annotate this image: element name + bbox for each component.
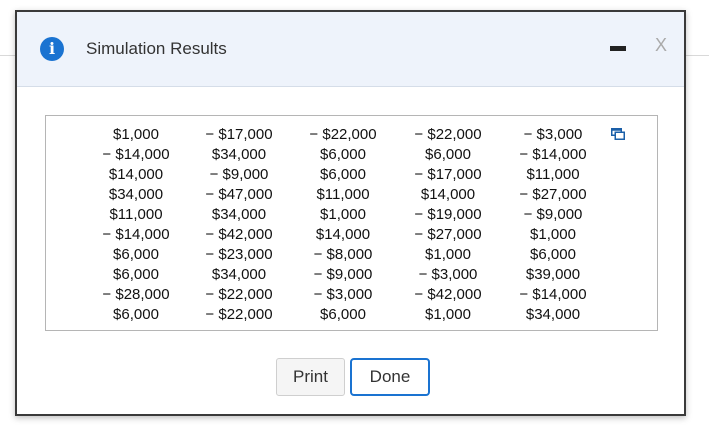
result-value: − $23,000: [205, 246, 273, 263]
done-button[interactable]: Done: [350, 358, 430, 396]
result-value: $6,000: [113, 246, 159, 263]
result-value: $1,000: [530, 226, 576, 243]
result-value: − $17,000: [414, 166, 482, 183]
results-column-2: − $17,000 $34,000 − $9,000 − $47,000 $34…: [194, 125, 284, 325]
results-column-5: − $3,000 − $14,000 $11,000 − $27,000 − $…: [508, 125, 598, 325]
result-value: $34,000: [108, 186, 164, 203]
result-value: $34,000: [211, 266, 267, 283]
info-icon: i: [40, 37, 64, 61]
result-value: − $19,000: [414, 206, 482, 223]
minimize-button[interactable]: [610, 46, 626, 51]
result-value: − $9,000: [209, 166, 269, 183]
result-value: $6,000: [320, 146, 366, 163]
result-value: $34,000: [211, 146, 267, 163]
result-value: $11,000: [109, 206, 163, 223]
result-value: − $9,000: [313, 266, 373, 283]
result-value: − $3,000: [313, 286, 373, 303]
result-value: $34,000: [211, 206, 267, 223]
result-value: − $42,000: [205, 226, 273, 243]
result-value: $14,000: [108, 166, 164, 183]
result-value: $6,000: [530, 246, 576, 263]
result-value: − $14,000: [102, 146, 170, 163]
dialog-title: Simulation Results: [86, 39, 227, 58]
result-value: − $17,000: [205, 126, 273, 143]
results-column-3: − $22,000 $6,000 $6,000 $11,000 $1,000 $…: [298, 125, 388, 325]
result-value: $1,000: [425, 246, 471, 263]
result-value: $1,000: [425, 306, 471, 323]
result-value: $34,000: [525, 306, 581, 323]
result-value: $6,000: [320, 306, 366, 323]
result-value: − $14,000: [519, 286, 587, 303]
result-value: $6,000: [113, 266, 159, 283]
results-column-4: − $22,000 $6,000 − $17,000 $14,000 − $19…: [403, 125, 493, 325]
result-value: $6,000: [113, 306, 159, 323]
results-column-1: $1,000 − $14,000 $14,000 $34,000 $11,000…: [91, 125, 181, 325]
result-value: − $28,000: [102, 286, 170, 303]
result-value: $14,000: [315, 226, 371, 243]
result-value: $6,000: [320, 166, 366, 183]
simulation-results-dialog: i Simulation Results X $1,000 − $14,000 …: [15, 10, 686, 416]
print-button[interactable]: Print: [276, 358, 345, 396]
copy-to-clipboard-icon[interactable]: [611, 128, 625, 140]
result-value: − $47,000: [205, 186, 273, 203]
result-value: − $3,000: [418, 266, 478, 283]
dialog-titlebar: i Simulation Results X: [17, 12, 684, 87]
result-value: − $8,000: [313, 246, 373, 263]
result-value: $14,000: [420, 186, 476, 203]
result-value: − $3,000: [523, 126, 583, 143]
result-value: − $14,000: [102, 226, 170, 243]
result-value: − $42,000: [414, 286, 482, 303]
result-value: $1,000: [113, 126, 159, 143]
result-value: − $22,000: [205, 286, 273, 303]
result-value: − $22,000: [414, 126, 482, 143]
result-value: $39,000: [525, 266, 581, 283]
result-value: $1,000: [320, 206, 366, 223]
result-value: − $22,000: [205, 306, 273, 323]
close-button[interactable]: X: [655, 35, 667, 56]
result-value: − $14,000: [519, 146, 587, 163]
results-table: $1,000 − $14,000 $14,000 $34,000 $11,000…: [45, 115, 658, 331]
result-value: $11,000: [526, 166, 580, 183]
result-value: − $27,000: [414, 226, 482, 243]
result-value: $11,000: [316, 186, 370, 203]
result-value: − $22,000: [309, 126, 377, 143]
result-value: − $27,000: [519, 186, 587, 203]
result-value: $6,000: [425, 146, 471, 163]
result-value: − $9,000: [523, 206, 583, 223]
